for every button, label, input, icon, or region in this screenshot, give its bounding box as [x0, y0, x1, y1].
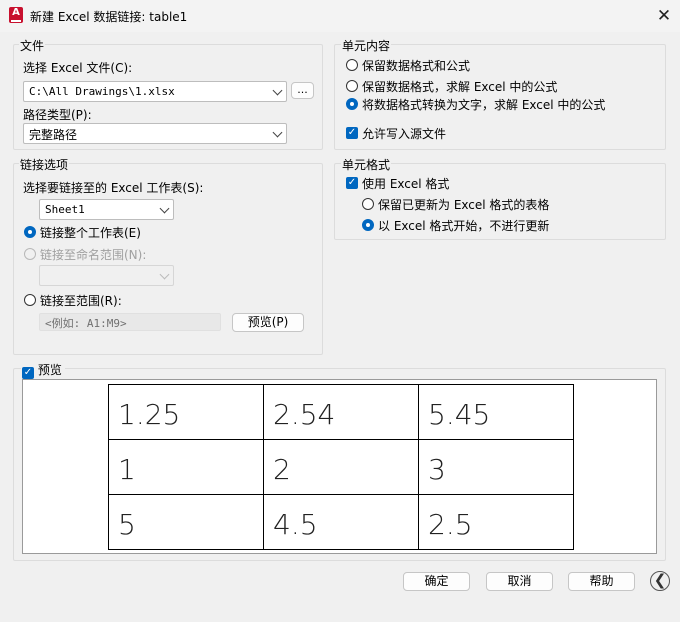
link-options-label: 链接选项 — [19, 156, 70, 173]
dialog-title: 新建 Excel 数据链接: table1 — [30, 10, 188, 24]
sheet-select-label: 选择要链接至的 Excel 工作表(S): — [23, 181, 204, 195]
format-option-label-1: 保留已更新为 Excel 格式的表格 — [378, 198, 550, 212]
table-cell: 2 — [263, 439, 419, 495]
content-option-label-2: 保留数据格式，求解 Excel 中的公式 — [362, 80, 558, 94]
browse-file-button[interactable]: ... — [291, 82, 314, 99]
table-row: 5 4.5 2.5 — [108, 494, 574, 550]
table-cell: 5.45 — [418, 384, 574, 440]
preview-area: 1.25 2.54 5.45 1 2 3 5 4.5 2.5 — [22, 379, 657, 554]
chevron-down-icon — [272, 85, 283, 96]
range-placeholder: <例如: A1:M9> — [45, 317, 127, 330]
autocad-app-icon: A — [9, 7, 23, 23]
format-option-radio-1[interactable] — [362, 198, 374, 210]
table-cell: 1.25 — [108, 384, 264, 440]
file-path-combobox[interactable]: C:\All Drawings\1.xlsx — [23, 81, 287, 102]
cell-format-label: 单元格式 — [341, 156, 392, 173]
ok-button[interactable]: 确定 — [403, 572, 470, 591]
table-cell: 2.5 — [418, 494, 574, 550]
table-row: 1.25 2.54 5.45 — [108, 384, 574, 440]
content-option-radio-1[interactable] — [346, 59, 358, 71]
range-input[interactable]: <例如: A1:M9> — [39, 313, 221, 331]
preview-checkbox[interactable]: ✓ — [22, 367, 34, 379]
link-whole-sheet-radio[interactable] — [24, 226, 36, 238]
format-option-radio-2[interactable] — [362, 219, 374, 231]
table-cell: 4.5 — [263, 494, 419, 550]
preview-label: 预览 — [37, 363, 62, 377]
help-button[interactable]: 帮助 — [568, 572, 635, 591]
format-option-label-2: 以 Excel 格式开始，不进行更新 — [378, 219, 550, 233]
content-option-label-3: 将数据格式转换为文字，求解 Excel 中的公式 — [362, 98, 606, 112]
collapse-arrow-icon[interactable]: ❮ — [650, 571, 670, 591]
link-whole-sheet-label: 链接整个工作表(E) — [40, 226, 141, 240]
chevron-down-icon — [159, 269, 170, 280]
link-range-label: 链接至范围(R): — [40, 294, 122, 308]
table-cell: 1 — [108, 439, 264, 495]
link-range-radio[interactable] — [24, 294, 36, 306]
content-option-radio-2[interactable] — [346, 80, 358, 92]
file-path-value: C:\All Drawings\1.xlsx — [29, 85, 175, 98]
cell-content-label: 单元内容 — [341, 37, 392, 54]
use-excel-format-checkbox[interactable]: ✓ — [346, 177, 358, 189]
named-range-combobox[interactable] — [39, 265, 174, 286]
close-icon[interactable]: ✕ — [654, 6, 674, 26]
table-row: 1 2 3 — [108, 439, 574, 495]
table-cell: 3 — [418, 439, 574, 495]
path-type-label: 路径类型(P): — [23, 108, 92, 122]
chevron-down-icon — [272, 127, 283, 138]
preview-header: ✓ 预览 — [21, 361, 65, 379]
content-option-radio-3[interactable] — [346, 98, 358, 110]
allow-write-label: 允许写入源文件 — [362, 127, 447, 141]
table-cell: 2.54 — [263, 384, 419, 440]
table-cell: 5 — [108, 494, 264, 550]
use-excel-format-label: 使用 Excel 格式 — [362, 177, 450, 191]
path-type-combobox[interactable]: 完整路径 — [23, 123, 287, 144]
sheet-value: Sheet1 — [45, 203, 85, 216]
link-named-range-label: 链接至命名范围(N): — [40, 248, 147, 262]
content-option-label-1: 保留数据格式和公式 — [362, 59, 471, 73]
preview-button[interactable]: 预览(P) — [232, 313, 304, 332]
allow-write-checkbox[interactable]: ✓ — [346, 127, 358, 139]
path-type-value: 完整路径 — [29, 128, 78, 142]
chevron-down-icon — [159, 203, 170, 214]
cancel-button[interactable]: 取消 — [486, 572, 553, 591]
link-named-range-radio[interactable] — [24, 248, 36, 260]
preview-table: 1.25 2.54 5.45 1 2 3 5 4.5 2.5 — [108, 384, 574, 550]
file-group-label: 文件 — [19, 37, 46, 54]
select-file-label: 选择 Excel 文件(C): — [23, 61, 133, 75]
sheet-combobox[interactable]: Sheet1 — [39, 199, 174, 220]
